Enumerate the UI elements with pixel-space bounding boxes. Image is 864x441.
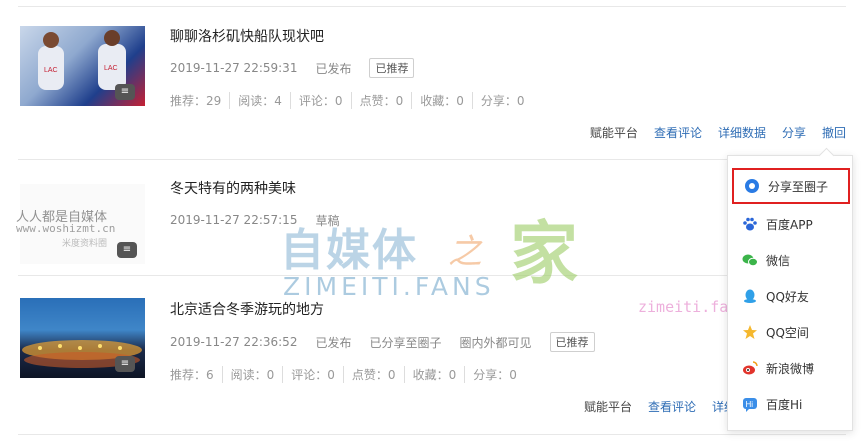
stat-like: 点赞：0 <box>352 365 405 383</box>
baidu-hi-icon: Hi <box>742 396 758 412</box>
stat-share: 分享：0 <box>480 93 525 108</box>
article-item: LAC LAC ≡ 聊聊洛杉矶快船队现状吧 2019-11-27 22:59:3… <box>0 0 864 159</box>
article-thumbnail[interactable]: LAC LAC ≡ <box>20 26 145 106</box>
article-actions: 赋能平台 查看评论 详细数据 分享 撤回 <box>574 124 846 140</box>
share-qzone-item[interactable]: QQ空间 <box>728 318 852 346</box>
article-stats: 推荐：29 阅读：4 评论：0 点赞：0 收藏：0 分享：0 <box>170 91 540 109</box>
wechat-icon <box>742 252 758 268</box>
circle-icon <box>744 178 760 194</box>
document-icon: ≡ <box>115 84 135 100</box>
watermark-logo-en: ZIMEITI.FANS <box>283 272 495 301</box>
publish-time: 2019-11-27 22:59:31 <box>170 61 298 75</box>
share-item-label: 微信 <box>766 253 791 268</box>
share-item-label: 新浪微博 <box>766 361 815 376</box>
publish-time: 2019-11-27 22:36:52 <box>170 335 298 349</box>
stat-comment: 评论：0 <box>291 365 344 383</box>
detailed-data-link[interactable]: 详细数据 <box>718 124 766 141</box>
visibility-label: 圈内外都可见 <box>459 335 532 350</box>
article-title[interactable]: 北京适合冬季游玩的地方 <box>170 299 324 319</box>
stat-read: 阅读：0 <box>231 365 284 383</box>
svg-text:LAC: LAC <box>104 65 118 72</box>
document-icon: ≡ <box>115 356 135 372</box>
weibo-icon <box>742 360 758 376</box>
divider <box>18 434 846 435</box>
share-wechat-item[interactable]: 微信 <box>728 246 852 274</box>
share-menu: 分享至圈子 百度APP 微信 QQ好友 QQ空间 新浪微博 Hi 百度Hi <box>727 155 853 431</box>
document-icon: ≡ <box>117 242 137 258</box>
empower-platform-link[interactable]: 赋能平台 <box>590 124 638 141</box>
qq-icon <box>742 288 758 304</box>
qzone-star-icon <box>742 324 758 340</box>
watermark-logo-cn: 自媒体 <box>280 225 418 276</box>
watermark-logo-zhi: 之 <box>448 232 482 272</box>
share-weibo-item[interactable]: 新浪微博 <box>728 354 852 382</box>
share-status-label: 已分享至圈子 <box>369 335 442 350</box>
stat-comment: 评论：0 <box>299 91 352 109</box>
watermark-logo-jia: 家 <box>510 215 579 294</box>
share-baidu-hi-item[interactable]: Hi 百度Hi <box>728 390 852 418</box>
empower-platform-link[interactable]: 赋能平台 <box>584 398 632 415</box>
status-label: 已发布 <box>315 335 352 350</box>
article-stats: 推荐：6 阅读：0 评论：0 点赞：0 收藏：0 分享：0 <box>170 365 533 383</box>
stat-favorite: 收藏：0 <box>413 365 466 383</box>
watermark-url: www.woshizmt.cn <box>16 222 116 235</box>
stat-recommend: 推荐：29 <box>170 91 231 109</box>
stat-read: 阅读：4 <box>238 91 291 109</box>
status-label: 已发布 <box>315 61 352 76</box>
article-title[interactable]: 冬天特有的两种美味 <box>170 178 296 198</box>
share-item-label: 百度Hi <box>766 397 803 412</box>
stat-favorite: 收藏：0 <box>420 91 473 109</box>
share-baidu-app-item[interactable]: 百度APP <box>728 210 852 238</box>
status-badge: 已推荐 <box>369 58 415 78</box>
article-title[interactable]: 聊聊洛杉矶快船队现状吧 <box>170 26 324 46</box>
article-meta: 2019-11-27 22:36:52 已发布 已分享至圈子 圈内外都可见 已推… <box>170 332 595 352</box>
publish-time: 2019-11-27 22:57:15 <box>170 213 298 227</box>
share-item-label: 分享至圈子 <box>768 179 829 194</box>
article-actions: 赋能平台 查看评论 详细 <box>568 398 736 414</box>
share-link[interactable]: 分享 <box>782 124 806 141</box>
svg-text:LAC: LAC <box>44 67 58 74</box>
share-item-label: QQ好友 <box>766 289 809 304</box>
share-item-label: 百度APP <box>766 217 813 232</box>
share-item-label: QQ空间 <box>766 325 809 340</box>
article-thumbnail[interactable]: ≡ <box>20 298 145 378</box>
stat-recommend: 推荐：6 <box>170 365 223 383</box>
withdraw-link[interactable]: 撤回 <box>822 124 846 141</box>
stat-share: 分享：0 <box>473 367 517 382</box>
share-to-circle-item[interactable]: 分享至圈子 <box>732 168 850 204</box>
view-comments-link[interactable]: 查看评论 <box>648 398 696 415</box>
view-comments-link[interactable]: 查看评论 <box>654 124 702 141</box>
baidu-paw-icon <box>742 216 758 232</box>
article-meta: 2019-11-27 22:59:31 已发布 已推荐 <box>170 58 415 78</box>
status-badge: 已推荐 <box>549 332 595 352</box>
svg-text:Hi: Hi <box>746 400 754 409</box>
share-qq-friend-item[interactable]: QQ好友 <box>728 282 852 310</box>
stat-like: 点赞：0 <box>360 91 413 109</box>
watermark-tiny: 米度资料圈 <box>62 239 108 249</box>
